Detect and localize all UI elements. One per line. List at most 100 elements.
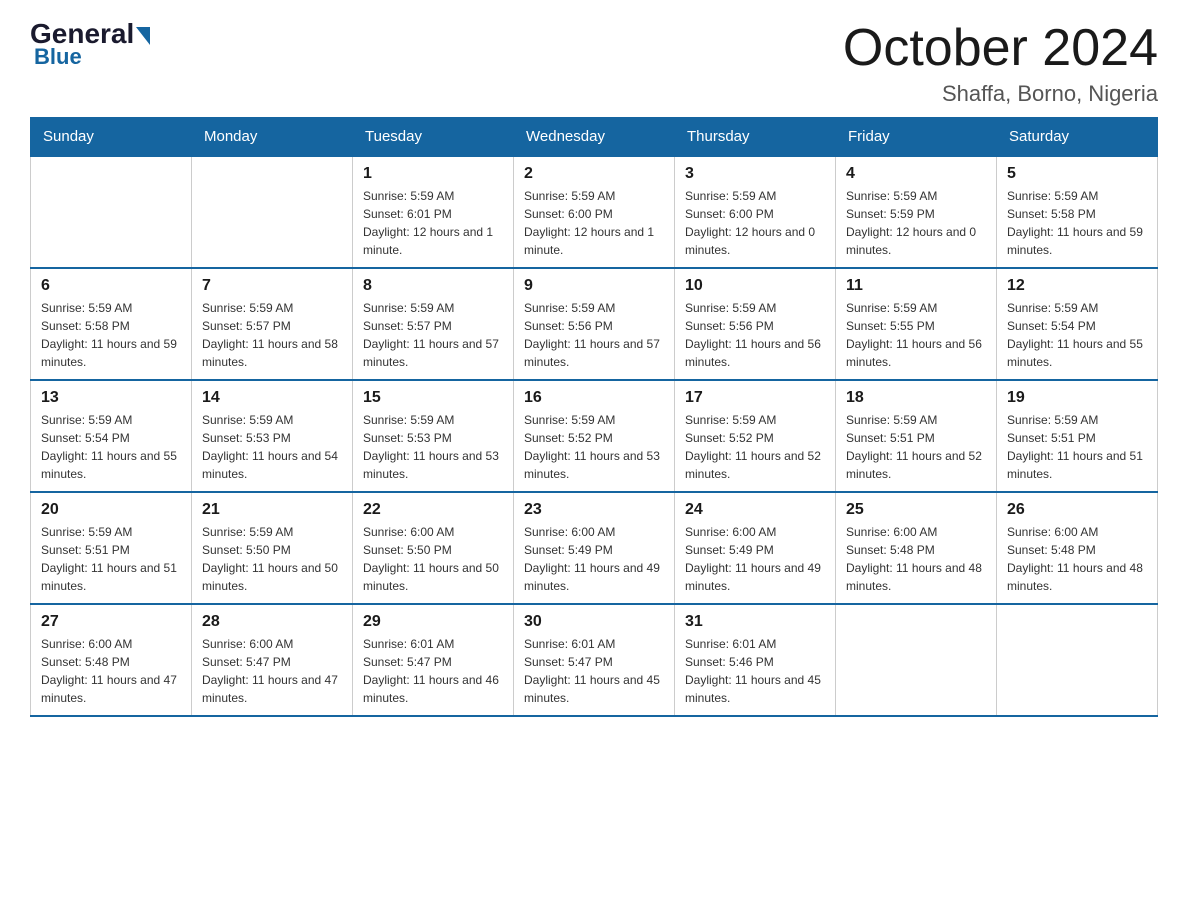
calendar-cell: 25Sunrise: 6:00 AMSunset: 5:48 PMDayligh… <box>836 492 997 604</box>
calendar-cell: 23 Sunrise: 6:00 AMSunset: 5:49 PMDayligh… <box>514 492 675 604</box>
calendar-header-row: Sunday Monday Tuesday Wednesday Thursday… <box>31 118 1158 157</box>
day-info: Sunrise: 5:59 AMSunset: 6:00 PMDaylight:… <box>685 187 825 259</box>
day-info: Sunrise: 6:00 AMSunset: 5:48 PMDaylight:… <box>1007 523 1147 595</box>
day-info: Sunrise: 5:59 AMSunset: 6:01 PMDaylight:… <box>363 187 503 259</box>
calendar-cell: 5Sunrise: 5:59 AMSunset: 5:58 PMDaylight… <box>997 156 1158 268</box>
day-number: 20 <box>41 501 181 519</box>
page-header: General Blue October 2024 Shaffa, Borno,… <box>30 20 1158 107</box>
day-info: Sunrise: 6:00 AMSunset: 5:48 PMDaylight:… <box>41 635 181 707</box>
calendar-cell: 19 Sunrise: 5:59 AMSunset: 5:51 PMDayligh… <box>997 380 1158 492</box>
calendar-cell: 6 Sunrise: 5:59 AMSunset: 5:58 PMDaylight… <box>31 268 192 380</box>
day-number: 9 <box>524 277 664 295</box>
calendar-cell: 31 Sunrise: 6:01 AMSunset: 5:46 PMDayligh… <box>675 604 836 716</box>
calendar-cell: 17 Sunrise: 5:59 AMSunset: 5:52 PMDayligh… <box>675 380 836 492</box>
day-info: Sunrise: 6:00 AMSunset: 5:49 PMDaylight:… <box>524 523 664 595</box>
day-number: 23 <box>524 501 664 519</box>
day-number: 30 <box>524 613 664 631</box>
calendar-cell: 27 Sunrise: 6:00 AMSunset: 5:48 PMDayligh… <box>31 604 192 716</box>
calendar-cell: 21Sunrise: 5:59 AMSunset: 5:50 PMDayligh… <box>192 492 353 604</box>
day-number: 2 <box>524 165 664 183</box>
calendar-cell: 26 Sunrise: 6:00 AMSunset: 5:48 PMDayligh… <box>997 492 1158 604</box>
calendar-cell: 30 Sunrise: 6:01 AMSunset: 5:47 PMDayligh… <box>514 604 675 716</box>
calendar-cell: 11 Sunrise: 5:59 AMSunset: 5:55 PMDayligh… <box>836 268 997 380</box>
header-monday: Monday <box>192 118 353 157</box>
calendar-table: Sunday Monday Tuesday Wednesday Thursday… <box>30 117 1158 717</box>
calendar-cell: 20 Sunrise: 5:59 AMSunset: 5:51 PMDayligh… <box>31 492 192 604</box>
day-number: 14 <box>202 389 342 407</box>
day-number: 22 <box>363 501 503 519</box>
day-number: 11 <box>846 277 986 295</box>
day-number: 26 <box>1007 501 1147 519</box>
day-info: Sunrise: 6:01 AMSunset: 5:47 PMDaylight:… <box>524 635 664 707</box>
day-number: 25 <box>846 501 986 519</box>
calendar-cell: 4 Sunrise: 5:59 AMSunset: 5:59 PMDaylight… <box>836 156 997 268</box>
day-number: 31 <box>685 613 825 631</box>
day-info: Sunrise: 5:59 AMSunset: 5:56 PMDaylight:… <box>685 299 825 371</box>
day-info: Sunrise: 6:01 AMSunset: 5:46 PMDaylight:… <box>685 635 825 707</box>
calendar-cell: 8 Sunrise: 5:59 AMSunset: 5:57 PMDaylight… <box>353 268 514 380</box>
day-info: Sunrise: 5:59 AMSunset: 5:51 PMDaylight:… <box>41 523 181 595</box>
calendar-week-5: 27 Sunrise: 6:00 AMSunset: 5:48 PMDayligh… <box>31 604 1158 716</box>
header-tuesday: Tuesday <box>353 118 514 157</box>
calendar-cell: 28Sunrise: 6:00 AMSunset: 5:47 PMDayligh… <box>192 604 353 716</box>
day-info: Sunrise: 5:59 AMSunset: 5:52 PMDaylight:… <box>685 411 825 483</box>
calendar-cell: 29 Sunrise: 6:01 AMSunset: 5:47 PMDayligh… <box>353 604 514 716</box>
title-block: October 2024 Shaffa, Borno, Nigeria <box>843 20 1158 107</box>
calendar-cell: 12 Sunrise: 5:59 AMSunset: 5:54 PMDayligh… <box>997 268 1158 380</box>
header-thursday: Thursday <box>675 118 836 157</box>
calendar-cell: 7Sunrise: 5:59 AMSunset: 5:57 PMDaylight… <box>192 268 353 380</box>
calendar-cell: 14Sunrise: 5:59 AMSunset: 5:53 PMDayligh… <box>192 380 353 492</box>
calendar-cell: 13Sunrise: 5:59 AMSunset: 5:54 PMDayligh… <box>31 380 192 492</box>
day-info: Sunrise: 5:59 AMSunset: 5:57 PMDaylight:… <box>363 299 503 371</box>
day-info: Sunrise: 5:59 AMSunset: 6:00 PMDaylight:… <box>524 187 664 259</box>
calendar-cell <box>997 604 1158 716</box>
day-number: 27 <box>41 613 181 631</box>
day-info: Sunrise: 5:59 AMSunset: 5:59 PMDaylight:… <box>846 187 986 259</box>
calendar-cell: 10 Sunrise: 5:59 AMSunset: 5:56 PMDayligh… <box>675 268 836 380</box>
location-title: Shaffa, Borno, Nigeria <box>843 81 1158 107</box>
calendar-cell: 2 Sunrise: 5:59 AMSunset: 6:00 PMDaylight… <box>514 156 675 268</box>
day-number: 4 <box>846 165 986 183</box>
day-info: Sunrise: 6:01 AMSunset: 5:47 PMDaylight:… <box>363 635 503 707</box>
calendar-week-1: 1 Sunrise: 5:59 AMSunset: 6:01 PMDaylight… <box>31 156 1158 268</box>
calendar-cell: 16Sunrise: 5:59 AMSunset: 5:52 PMDayligh… <box>514 380 675 492</box>
day-info: Sunrise: 6:00 AMSunset: 5:49 PMDaylight:… <box>685 523 825 595</box>
day-info: Sunrise: 5:59 AMSunset: 5:58 PMDaylight:… <box>41 299 181 371</box>
month-title: October 2024 <box>843 20 1158 77</box>
calendar-week-2: 6 Sunrise: 5:59 AMSunset: 5:58 PMDaylight… <box>31 268 1158 380</box>
header-wednesday: Wednesday <box>514 118 675 157</box>
calendar-cell: 22Sunrise: 6:00 AMSunset: 5:50 PMDayligh… <box>353 492 514 604</box>
logo: General Blue <box>30 20 150 70</box>
day-info: Sunrise: 5:59 AMSunset: 5:54 PMDaylight:… <box>1007 299 1147 371</box>
day-number: 29 <box>363 613 503 631</box>
day-number: 1 <box>363 165 503 183</box>
day-info: Sunrise: 5:59 AMSunset: 5:55 PMDaylight:… <box>846 299 986 371</box>
day-info: Sunrise: 5:59 AMSunset: 5:53 PMDaylight:… <box>363 411 503 483</box>
header-saturday: Saturday <box>997 118 1158 157</box>
day-number: 10 <box>685 277 825 295</box>
day-number: 7 <box>202 277 342 295</box>
header-sunday: Sunday <box>31 118 192 157</box>
calendar-cell: 18Sunrise: 5:59 AMSunset: 5:51 PMDayligh… <box>836 380 997 492</box>
day-number: 21 <box>202 501 342 519</box>
day-number: 19 <box>1007 389 1147 407</box>
day-number: 12 <box>1007 277 1147 295</box>
day-number: 15 <box>363 389 503 407</box>
day-number: 6 <box>41 277 181 295</box>
calendar-cell: 24Sunrise: 6:00 AMSunset: 5:49 PMDayligh… <box>675 492 836 604</box>
calendar-cell: 3Sunrise: 5:59 AMSunset: 6:00 PMDaylight… <box>675 156 836 268</box>
day-info: Sunrise: 5:59 AMSunset: 5:51 PMDaylight:… <box>1007 411 1147 483</box>
calendar-cell: 1 Sunrise: 5:59 AMSunset: 6:01 PMDaylight… <box>353 156 514 268</box>
calendar-week-4: 20 Sunrise: 5:59 AMSunset: 5:51 PMDayligh… <box>31 492 1158 604</box>
day-number: 8 <box>363 277 503 295</box>
day-number: 28 <box>202 613 342 631</box>
logo-blue-text: Blue <box>30 44 82 70</box>
day-number: 17 <box>685 389 825 407</box>
day-number: 16 <box>524 389 664 407</box>
day-info: Sunrise: 5:59 AMSunset: 5:51 PMDaylight:… <box>846 411 986 483</box>
day-info: Sunrise: 5:59 AMSunset: 5:56 PMDaylight:… <box>524 299 664 371</box>
calendar-cell <box>836 604 997 716</box>
calendar-cell: 9 Sunrise: 5:59 AMSunset: 5:56 PMDaylight… <box>514 268 675 380</box>
calendar-cell <box>31 156 192 268</box>
day-info: Sunrise: 5:59 AMSunset: 5:54 PMDaylight:… <box>41 411 181 483</box>
